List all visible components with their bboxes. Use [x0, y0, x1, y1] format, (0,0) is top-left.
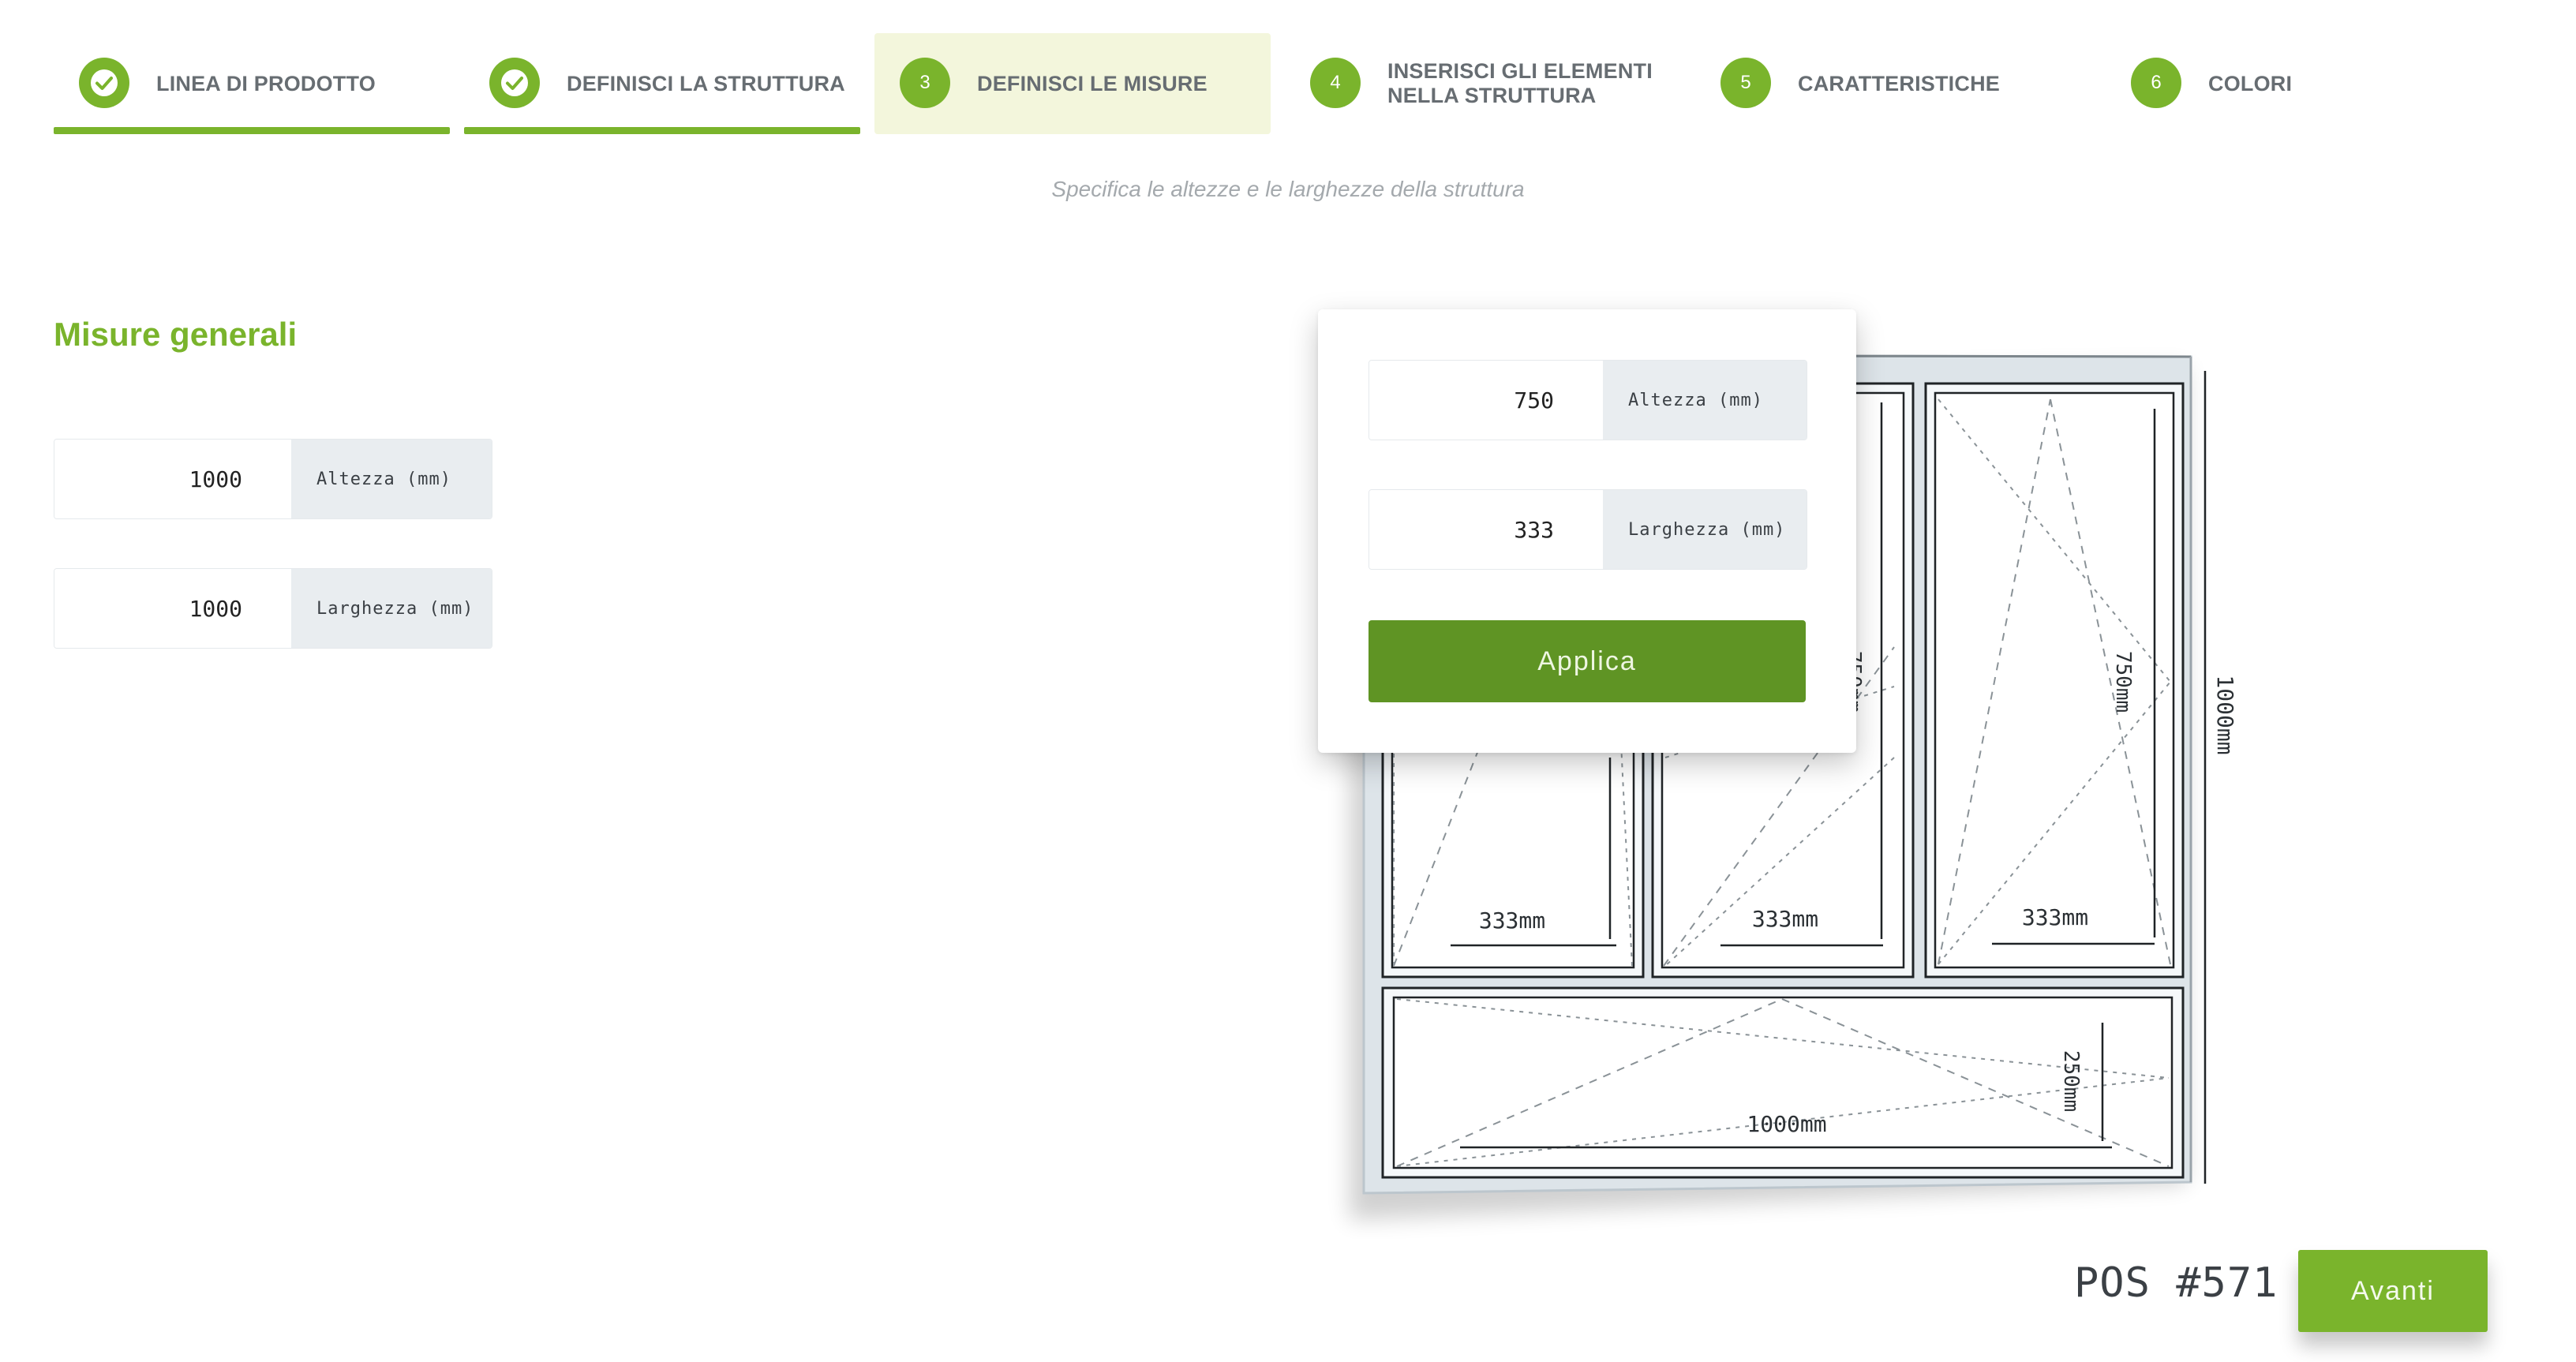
- step-colori[interactable]: 6 COLORI: [2106, 33, 2502, 134]
- step-label: LINEA DI PRODOTTO: [156, 71, 376, 95]
- panel-height-unit: Altezza (mm): [1603, 361, 1807, 440]
- step-label: INSERISCI GLI ELEMENTI NELLA STRUTTURA: [1387, 59, 1653, 107]
- panel3-height-label: 750mm: [2111, 651, 2135, 713]
- window-panel-top-right: [1924, 382, 2185, 978]
- step-caratteristiche[interactable]: 5 CARATTERISTICHE: [1695, 33, 2091, 134]
- position-label: POS #571: [2074, 1259, 2278, 1307]
- step-definisci-le-misure[interactable]: 3 DEFINISCI LE MISURE: [874, 33, 1271, 134]
- general-width-field[interactable]: 1000 Larghezza (mm): [54, 568, 492, 649]
- general-width-unit: Larghezza (mm): [291, 569, 492, 648]
- panel1-width-label: 333mm: [1479, 907, 1545, 934]
- general-width-input[interactable]: 1000: [54, 569, 291, 648]
- check-icon: [79, 58, 129, 108]
- bottom-width-label: 1000mm: [1747, 1111, 1826, 1137]
- page-subtitle: Specifica le altezze e le larghezze dell…: [1051, 177, 1525, 201]
- step-label: DEFINISCI LA STRUTTURA: [567, 71, 845, 95]
- panel2-width-label: 333mm: [1752, 906, 1818, 932]
- check-icon: [489, 58, 540, 108]
- panel-width-field[interactable]: 333 Larghezza (mm): [1368, 489, 1807, 570]
- panel-measure-popup: 750 Altezza (mm) 333 Larghezza (mm) Appl…: [1318, 309, 1856, 753]
- panel3-width-label: 333mm: [2022, 904, 2088, 930]
- panel-height-input[interactable]: 750: [1369, 361, 1603, 440]
- step-number: 4: [1310, 58, 1361, 108]
- step-label: COLORI: [2208, 71, 2293, 95]
- general-height-unit: Altezza (mm): [291, 440, 492, 518]
- step-number: 6: [2131, 58, 2181, 108]
- panel-width-input[interactable]: 333: [1369, 490, 1603, 569]
- progress-stepper: LINEA DI PRODOTTO DEFINISCI LA STRUTTURA…: [54, 33, 2516, 134]
- step-inserisci-elementi[interactable]: 4 INSERISCI GLI ELEMENTI NELLA STRUTTURA: [1285, 33, 1681, 134]
- step-linea-di-prodotto[interactable]: LINEA DI PRODOTTO: [54, 33, 450, 134]
- step-label: CARATTERISTICHE: [1798, 71, 2000, 95]
- total-height-label: 1000mm: [2212, 675, 2238, 754]
- bottom-height-label: 250mm: [2059, 1050, 2083, 1112]
- section-title: Misure generali: [54, 316, 298, 353]
- panel-width-unit: Larghezza (mm): [1603, 490, 1807, 569]
- next-button[interactable]: Avanti: [2298, 1250, 2488, 1332]
- general-height-input[interactable]: 1000: [54, 440, 291, 518]
- apply-button[interactable]: Applica: [1368, 620, 1806, 702]
- step-number: 5: [1720, 58, 1771, 108]
- step-label: DEFINISCI LE MISURE: [977, 71, 1208, 95]
- panel-height-field[interactable]: 750 Altezza (mm): [1368, 360, 1807, 440]
- step-definisci-la-struttura[interactable]: DEFINISCI LA STRUTTURA: [464, 33, 860, 134]
- step-number: 3: [900, 58, 950, 108]
- general-height-field[interactable]: 1000 Altezza (mm): [54, 439, 492, 519]
